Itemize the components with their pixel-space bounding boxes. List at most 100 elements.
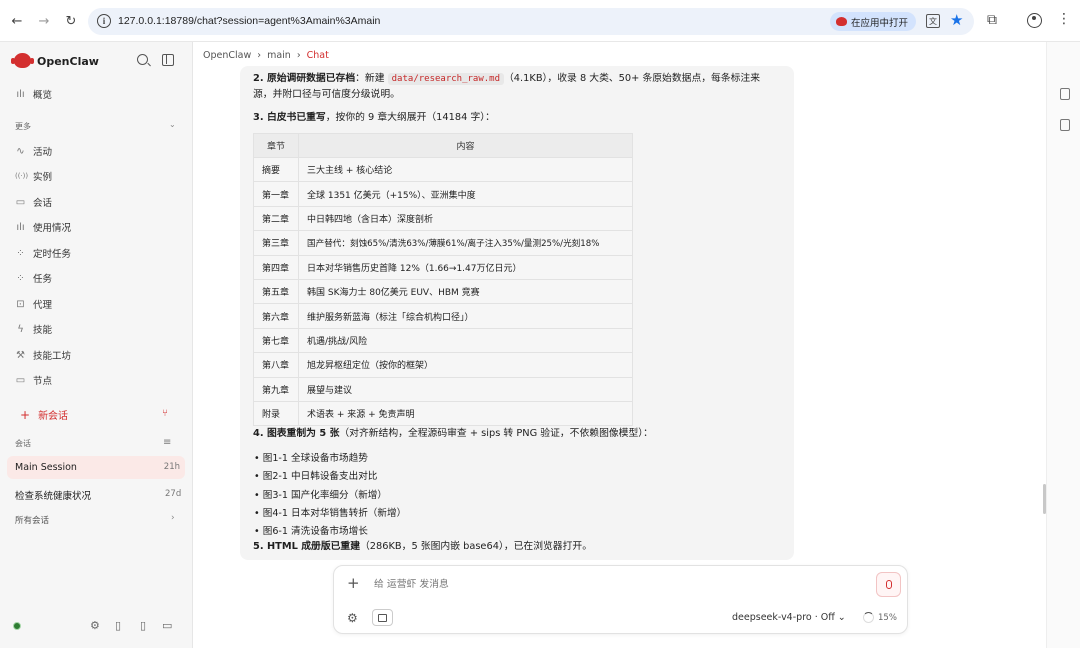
open-in-app-button[interactable]: 在应用中打开 xyxy=(830,12,917,31)
site-info-icon[interactable]: i xyxy=(97,14,111,28)
extensions-icon[interactable]: ⧉ xyxy=(987,12,997,28)
bullet-glyph: • xyxy=(254,526,260,537)
table-cell: 韩国 SK海力士 80亿美元 EUV、HBM 竞赛 xyxy=(298,278,633,305)
sidebar-item-label: 使用情况 xyxy=(33,223,72,234)
table-row: 摘要 三大主线 + 核心结论 xyxy=(253,156,633,183)
settings-icon[interactable]: ⚙ xyxy=(347,611,358,625)
url-text[interactable]: 127.0.0.1:18789/chat?session=agent%3Amai… xyxy=(118,15,380,27)
chevron-down-icon[interactable]: ⌄ xyxy=(169,120,176,129)
chevron-right-icon[interactable]: › xyxy=(171,513,175,523)
browser-menu-icon[interactable]: ⋮ xyxy=(1057,11,1071,27)
session-time: 27d xyxy=(165,489,182,499)
list-item: • 图4-1 日本对华销售转折（新增） xyxy=(254,505,406,519)
collapse-sidebar-icon[interactable] xyxy=(162,54,174,66)
branch-icon[interactable]: ⑂ xyxy=(162,408,168,419)
table-row: 第八章 旭龙昇枢纽定位（按你的框架） xyxy=(253,352,633,378)
scrollbar-thumb[interactable] xyxy=(1043,484,1046,514)
table-cell: 第九章 xyxy=(253,376,299,402)
filter-icon[interactable]: ≡ xyxy=(163,437,171,448)
table-cell: 中日韩四地（含日本）深度剖析 xyxy=(298,205,633,232)
open-in-app-label: 在应用中打开 xyxy=(851,17,909,29)
sidebar-item-label: 活动 xyxy=(33,147,53,158)
microphone-button[interactable] xyxy=(876,572,901,597)
breadcrumb-separator: › xyxy=(296,50,301,61)
document-icon[interactable] xyxy=(1060,119,1070,131)
sidebar-item-nodes[interactable]: ▭ 节点 xyxy=(15,371,52,389)
book-icon[interactable]: ▯ xyxy=(115,619,121,632)
table-cell: 第七章 xyxy=(253,327,299,354)
table-row: 第一章 全球 1351 亿美元（+15%）、亚洲集中度 xyxy=(253,181,633,207)
table-row: 第七章 机遇/挑战/风险 xyxy=(253,327,633,354)
list-item-text: 图3-1 国产化率细分（新增） xyxy=(262,490,387,501)
microphone-icon xyxy=(885,580,892,589)
breadcrumb-item-main[interactable]: main xyxy=(267,50,291,61)
panel-icon[interactable] xyxy=(1060,88,1070,100)
broadcast-icon: ((·)) xyxy=(15,172,29,180)
sidebar-item-overview[interactable]: ılı 概览 xyxy=(15,85,52,103)
reload-icon[interactable]: ↻ xyxy=(62,12,80,30)
address-bar[interactable]: i 127.0.0.1:18789/chat?session=agent%3Am… xyxy=(88,8,974,35)
forward-arrow-icon[interactable]: → xyxy=(35,12,53,30)
session-item-main[interactable]: Main Session 21h xyxy=(7,456,185,479)
session-name: Main Session xyxy=(15,462,77,473)
sidebar-item-instances[interactable]: ((·)) 实例 xyxy=(15,167,52,185)
bookmark-star-icon[interactable]: ★ xyxy=(950,11,963,29)
chapter-table: 章节 内容 摘要 三大主线 + 核心结论 第一章 全球 1351 亿美元（+15%）… xyxy=(253,133,633,427)
table-row: 附录 术语表 + 来源 + 免责声明 xyxy=(253,400,633,427)
sidebar-item-activity[interactable]: ∿ 活动 xyxy=(15,142,52,160)
sidebar-item-skills[interactable]: ϟ 技能 xyxy=(15,320,52,338)
model-selector[interactable]: deepseek-v4-pro · Off ⌄ xyxy=(732,612,846,623)
table-row: 第四章 日本对华销售历史首降 12%（1.66→1.47万亿日元） xyxy=(253,254,633,280)
paragraph-text: （4.1KB），收录 8 大类、50+ 条原始数据点，每条标注来 xyxy=(504,73,761,84)
sidebar-item-cron[interactable]: ⁘ 定时任务 xyxy=(15,244,71,262)
bullet-glyph: • xyxy=(254,508,260,519)
tablet-icon[interactable]: ▯ xyxy=(140,619,146,632)
all-sessions-link[interactable]: 所有会话 xyxy=(15,514,49,526)
table-cell: 第三章 xyxy=(253,230,299,256)
sidebar-item-agents[interactable]: ⊡ 代理 xyxy=(15,295,52,313)
sidebar-item-label: 定时任务 xyxy=(33,249,72,260)
connection-status-dot xyxy=(13,622,21,630)
panel-icon xyxy=(378,613,387,622)
table-row: 第三章 国产替代：刻蚀65%/清洗63%/薄膜61%/离子注入35%/量测25%/… xyxy=(253,230,633,256)
table-row: 第六章 维护服务新蓝海（标注「综合机构口径」） xyxy=(253,303,633,329)
sidebar-item-tasks[interactable]: ⁘ 任务 xyxy=(15,269,52,287)
message-input[interactable] xyxy=(374,574,854,594)
bullet-glyph: • xyxy=(254,490,260,501)
paragraph-title: 4. 图表重制为 5 张 xyxy=(253,428,340,439)
breadcrumb-item-chat: Chat xyxy=(306,50,329,61)
sidebar-item-label: 节点 xyxy=(33,376,53,387)
breadcrumb-item-openclaw[interactable]: OpenClaw xyxy=(203,50,251,61)
new-chat-button[interactable]: + 新会话 xyxy=(20,407,68,423)
more-section-header[interactable]: 更多 xyxy=(15,121,31,132)
table-header-cell: 章节 xyxy=(253,133,299,158)
loader-icon: ⁘ xyxy=(16,247,25,259)
toggle-panel-button[interactable] xyxy=(372,609,393,626)
sidebar-item-usage[interactable]: ılı 使用情况 xyxy=(15,218,71,236)
list-item: • 图1-1 全球设备市场趋势 xyxy=(254,450,368,464)
session-item-health-check[interactable]: 检查系统健康状况 xyxy=(15,488,91,502)
list-item: • 图6-1 清洗设备市场增长 xyxy=(254,523,368,537)
sidebar-item-label: 实例 xyxy=(33,172,53,183)
sidebar-item-skill-workshop[interactable]: ⚒ 技能工坊 xyxy=(15,346,71,364)
app-logo-icon xyxy=(836,17,847,26)
loader-icon: ⁘ xyxy=(16,272,25,284)
message-paragraph-2: 2. 原始调研数据已存档：新建 data/research_raw.md （4.1… xyxy=(253,71,760,87)
paragraph-text: ，按你的 9 章大纲展开（14184 字）： xyxy=(325,112,495,123)
list-item-text: 图1-1 全球设备市场趋势 xyxy=(262,453,368,464)
list-item-text: 图4-1 日本对华销售转折（新增） xyxy=(262,508,407,519)
sidebar-item-sessions[interactable]: ▭ 会话 xyxy=(15,193,52,211)
table-cell: 第五章 xyxy=(253,278,299,305)
table-cell: 国产替代：刻蚀65%/清洗63%/薄膜61%/离子注入35%/量测25%/光刻1… xyxy=(298,230,633,256)
translate-icon[interactable]: 文 xyxy=(926,14,940,28)
sidebar-item-label: 会话 xyxy=(33,198,53,209)
back-arrow-icon[interactable]: ← xyxy=(8,12,26,30)
sessions-section-header: 会话 xyxy=(15,439,31,448)
search-icon[interactable] xyxy=(137,54,148,65)
sidebar: OpenClaw ılı 概览 更多 ⌄ ∿ 活动 ((·)) 实例 ▭ 会话 … xyxy=(0,42,193,648)
profile-icon[interactable] xyxy=(1027,13,1042,28)
paragraph-text: （对齐新结构，全程源码审查 + sips 转 PNG 验证，不依赖图像模型）： xyxy=(339,428,653,439)
monitor-icon[interactable]: ▭ xyxy=(162,619,172,632)
settings-icon[interactable]: ⚙ xyxy=(90,619,100,632)
add-attachment-icon[interactable]: + xyxy=(347,574,360,592)
